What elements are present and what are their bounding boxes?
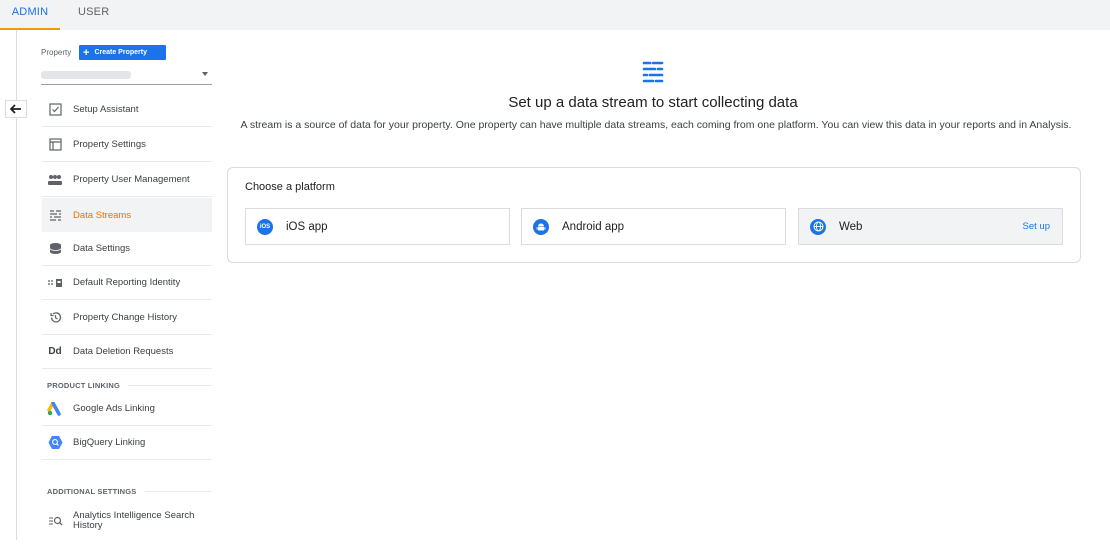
ios-icon: iOS xyxy=(257,218,273,235)
sidebar-item-label: Default Reporting Identity xyxy=(73,277,181,288)
history-icon xyxy=(47,310,63,326)
sidebar-item-default-reporting-identity[interactable]: Default Reporting Identity xyxy=(42,266,212,300)
sidebar-item-bigquery-linking[interactable]: BigQuery Linking xyxy=(42,426,212,460)
card-title: Choose a platform xyxy=(245,181,335,193)
android-icon xyxy=(533,218,549,235)
platform-label: Web xyxy=(839,220,863,233)
admin-sidebar: Property + Create Property Setup Assista… xyxy=(0,30,217,557)
sidebar-item-label: Data Deletion Requests xyxy=(73,346,174,357)
choose-platform-card: Choose a platform iOS iOS app Android ap… xyxy=(227,167,1081,263)
sidebar-item-property-settings[interactable]: Property Settings xyxy=(42,128,212,162)
property-name-redacted xyxy=(41,71,131,79)
identity-icon xyxy=(47,275,63,291)
tab-user[interactable]: USER xyxy=(78,0,109,30)
sidebar-item-label: Property User Management xyxy=(73,174,190,185)
platform-label: Android app xyxy=(562,220,625,233)
property-select[interactable] xyxy=(41,67,212,85)
platform-android-app[interactable]: Android app xyxy=(521,208,786,245)
back-arrow-icon xyxy=(10,104,21,114)
dd-icon: Dd xyxy=(48,346,62,357)
product-linking-heading: PRODUCT LINKING xyxy=(47,381,212,390)
sidebar-item-label: Google Ads Linking xyxy=(73,403,155,414)
tab-admin[interactable]: ADMIN xyxy=(0,0,60,30)
main-content: Set up a data stream to start collecting… xyxy=(217,30,1110,557)
sidebar-item-setup-assistant[interactable]: Setup Assistant xyxy=(42,93,212,127)
sidebar-item-data-deletion-requests[interactable]: Dd Data Deletion Requests xyxy=(42,335,212,369)
platform-label: iOS app xyxy=(286,220,328,233)
globe-icon xyxy=(810,218,826,235)
platform-web[interactable]: Web Set up xyxy=(798,208,1063,245)
data-stream-icon xyxy=(642,60,664,84)
sidebar-item-property-change-history[interactable]: Property Change History xyxy=(42,301,212,335)
plus-icon: + xyxy=(83,46,90,59)
sidebar-item-label: Data Streams xyxy=(73,209,132,221)
back-arrow-button[interactable] xyxy=(5,100,27,118)
page-title: Set up a data stream to start collecting… xyxy=(508,94,798,111)
people-icon xyxy=(47,172,63,188)
sidebar-item-label: Property Settings xyxy=(73,139,146,150)
create-property-button[interactable]: + Create Property xyxy=(79,45,166,60)
window-icon xyxy=(47,137,63,153)
bigquery-icon xyxy=(47,435,63,451)
search-list-icon xyxy=(47,513,63,529)
database-icon xyxy=(47,241,63,257)
sidebar-item-property-user-management[interactable]: Property User Management xyxy=(42,163,212,197)
sidebar-item-label: Data Settings xyxy=(73,243,131,254)
web-set-up-link[interactable]: Set up xyxy=(1023,221,1050,232)
sidebar-item-label: Property Change History xyxy=(73,312,178,323)
top-tabs: ADMIN USER xyxy=(0,0,1110,30)
sidebar-item-google-ads-linking[interactable]: Google Ads Linking xyxy=(42,392,212,426)
sidebar-item-data-streams[interactable]: Data Streams xyxy=(42,198,212,232)
create-property-label: Create Property xyxy=(94,49,147,56)
page-description: A stream is a source of data for your pr… xyxy=(240,119,1072,131)
sidebar-item-analytics-intelligence-search-history[interactable]: Analytics Intelligence Search History xyxy=(42,502,212,540)
google-ads-icon xyxy=(47,401,63,417)
property-label: Property xyxy=(41,48,72,57)
streams-icon xyxy=(47,207,63,223)
sidebar-item-label: Analytics Intelligence Search History xyxy=(73,510,195,531)
chevron-down-icon xyxy=(202,72,208,76)
sidebar-item-label: BigQuery Linking xyxy=(73,437,146,448)
sidebar-item-data-settings[interactable]: Data Settings xyxy=(42,232,212,266)
sidebar-item-label: Setup Assistant xyxy=(73,104,139,115)
additional-settings-heading: ADDITIONAL SETTINGS xyxy=(47,487,212,496)
platform-ios-app[interactable]: iOS iOS app xyxy=(245,208,510,245)
checkbox-icon xyxy=(47,102,63,118)
